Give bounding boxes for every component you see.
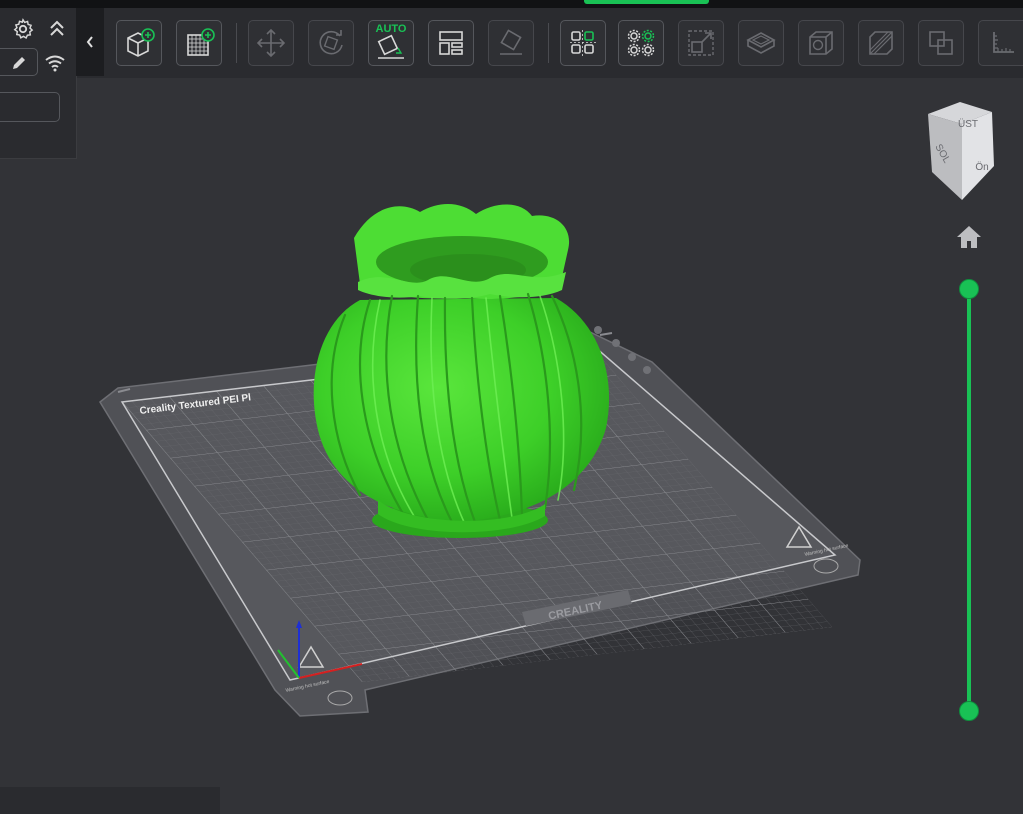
add-cube-icon [127,28,155,57]
hollow-button[interactable] [798,20,844,66]
viewport-3d[interactable]: CREALITY Creality Textured PEI Pl Warnin… [0,78,1023,787]
split-icon [869,31,893,55]
add-plate-icon [187,28,215,56]
scale-icon [688,30,714,56]
auto-orient-icon: AUTO [376,23,407,59]
settings-grid-button[interactable] [618,20,664,66]
support-paint-button[interactable] [560,20,606,66]
edit-icon [13,57,25,69]
boolean-button[interactable] [918,20,964,66]
arrange-icon [439,31,463,55]
wifi-icon[interactable] [44,54,66,72]
add-plate-button[interactable] [176,20,222,66]
home-view-icon[interactable] [955,224,983,250]
cut-icon [746,32,776,54]
layer-slider-upper-handle[interactable] [959,279,979,299]
active-tab-indicator [584,0,709,4]
move-button[interactable] [248,20,294,66]
support-paint-icon [570,30,596,56]
layer-slider-track[interactable] [967,288,971,712]
lay-on-face-button[interactable] [488,20,534,66]
measure-icon [993,32,1014,53]
scale-button[interactable] [678,20,724,66]
bottom-status-bar [0,787,220,814]
hollow-icon [809,31,833,55]
view-cube-top-label: ÜST [958,118,978,130]
rotate-button[interactable] [308,20,354,66]
view-cube-front-label: Ön [975,161,988,173]
toolbar-separator [236,23,237,63]
arrange-button[interactable] [428,20,474,66]
window-top-edge [0,0,1023,8]
auto-orient-button[interactable]: AUTO [368,20,414,66]
settings-grid-icon [627,29,655,57]
rotate-icon [319,30,343,55]
view-cube[interactable]: ÜST Ön SOL [922,100,998,200]
boolean-icon [929,31,953,55]
toolbar-collapse-button[interactable] [76,8,104,76]
edit-button[interactable] [0,48,38,76]
auto-label: AUTO [376,23,407,35]
move-icon [256,28,286,58]
measure-button[interactable] [978,20,1023,66]
collapse-up-icon[interactable] [48,18,66,40]
split-button[interactable] [858,20,904,66]
settings-icon[interactable] [12,18,34,40]
cut-button[interactable] [738,20,784,66]
lay-on-face-icon [500,29,522,55]
chevron-left-icon [86,36,93,48]
toolbar-separator [548,23,549,63]
layer-slider-lower-handle[interactable] [959,701,979,721]
add-model-button[interactable] [116,20,162,66]
